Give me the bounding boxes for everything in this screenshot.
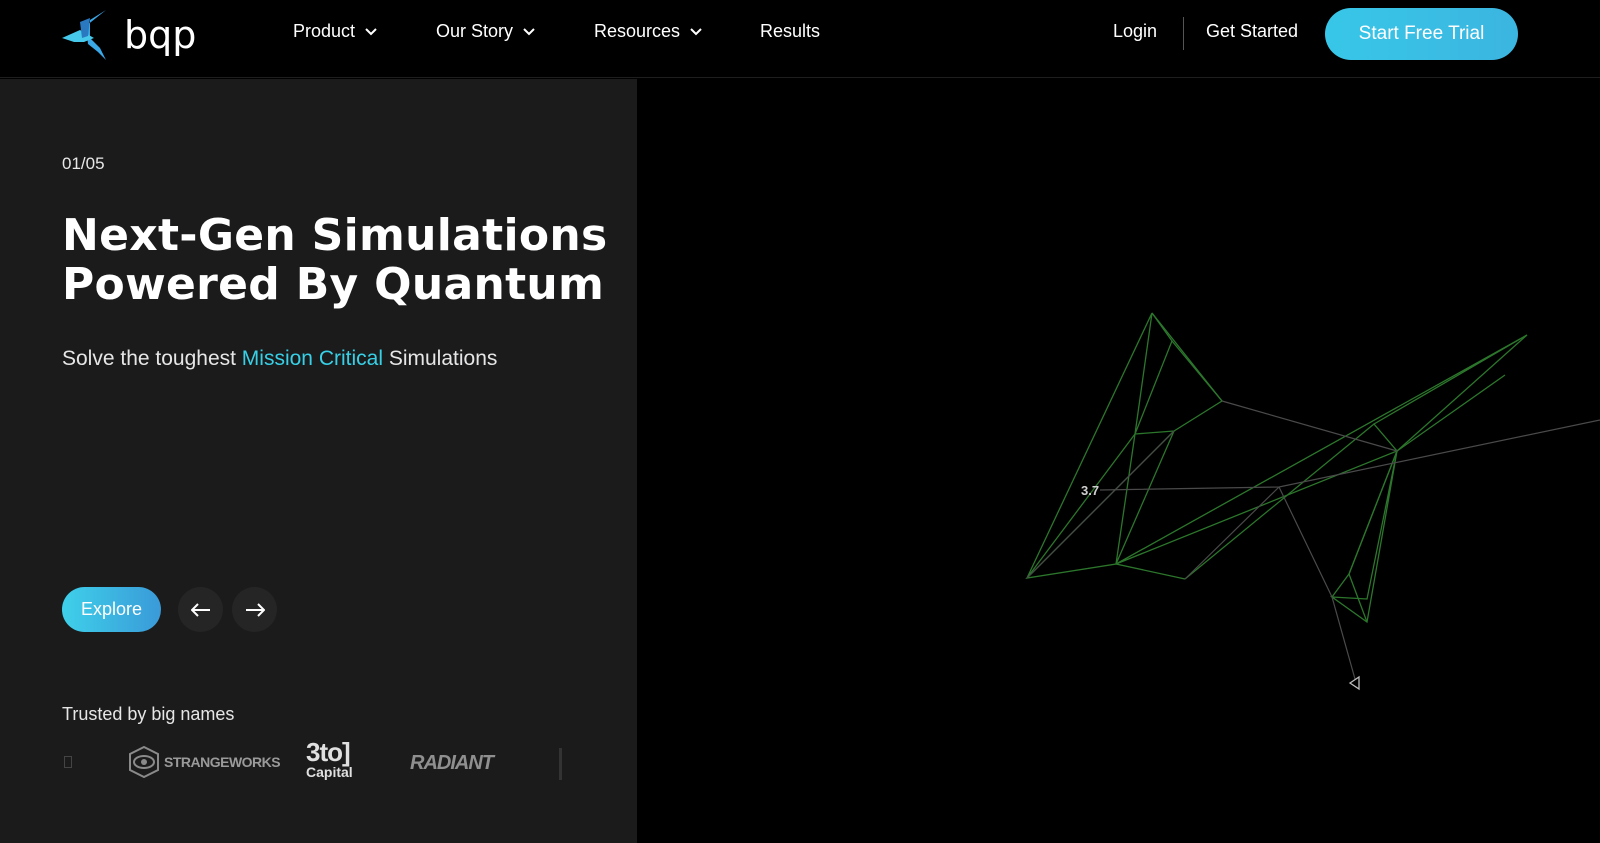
subtitle-prefix: Solve the toughest	[62, 347, 242, 370]
prev-slide-button[interactable]	[178, 587, 223, 632]
eye-icon	[129, 746, 159, 778]
brand-logo[interactable]: bqp	[60, 8, 196, 62]
strangeworks-wordmark: STRANGEWORKS	[164, 754, 281, 770]
subtitle-suffix: Simulations	[382, 347, 498, 370]
hero-subtitle: Solve the toughest Mission Critical Simu…	[62, 347, 497, 371]
chevron-down-icon	[365, 27, 377, 35]
wireframe-mesh: 3.7	[1025, 312, 1600, 691]
nav-item-product[interactable]: Product	[293, 21, 377, 42]
trusted-by-label: Trusted by big names	[62, 704, 235, 724]
partner-logo-3to1: 3to] Capital	[306, 742, 353, 780]
top-navbar: bqp Product Our Story Resources Results …	[0, 0, 1600, 78]
quantum-visual: 3.7	[637, 79, 1600, 843]
arrow-left-icon	[190, 602, 210, 617]
partner-logo-radiant: RADIANT	[410, 752, 494, 774]
partner-logo-strangeworks: STRANGEWORKS	[128, 746, 281, 778]
next-slide-button[interactable]	[232, 587, 277, 632]
hero-headline: Next-Gen Simulations Powered By Quantum	[62, 211, 608, 309]
hero-panel: 01/05 Next-Gen Simulations Powered By Qu…	[0, 79, 637, 843]
partner-logo-partial	[559, 748, 562, 780]
partner-logos-strip: STRANGEWORKS 3to] Capital RADIANT	[62, 742, 567, 790]
chevron-down-icon	[523, 27, 535, 35]
bqp-logo-icon	[62, 10, 106, 60]
explore-button[interactable]: Explore	[62, 587, 161, 632]
headline-line-2: Powered By Quantum	[62, 259, 605, 310]
subtitle-highlight: Mission Critical	[241, 347, 383, 370]
get-started-link[interactable]: Get Started	[1206, 21, 1298, 42]
start-free-trial-button[interactable]: Start Free Trial	[1325, 8, 1518, 60]
nav-item-resources[interactable]: Resources	[594, 21, 702, 42]
chevron-down-icon	[690, 27, 702, 35]
arrow-right-icon	[245, 602, 265, 617]
nav-item-label: Product	[293, 21, 356, 41]
nav-item-results[interactable]: Results	[760, 21, 820, 42]
headline-line-1: Next-Gen Simulations	[62, 210, 608, 261]
nav-divider	[1183, 17, 1184, 50]
partner-logo-partial	[64, 756, 72, 768]
nav-item-our-story[interactable]: Our Story	[436, 21, 535, 42]
slide-counter: 01/05	[62, 154, 105, 173]
nav-item-label: Our Story	[436, 21, 514, 41]
nav-item-label: Resources	[594, 21, 681, 41]
mesh-value-label: 3.7	[1081, 483, 1099, 498]
nav-item-label: Results	[760, 21, 821, 41]
login-link[interactable]: Login	[1113, 21, 1157, 42]
logo-wordmark: bqp	[124, 13, 197, 57]
